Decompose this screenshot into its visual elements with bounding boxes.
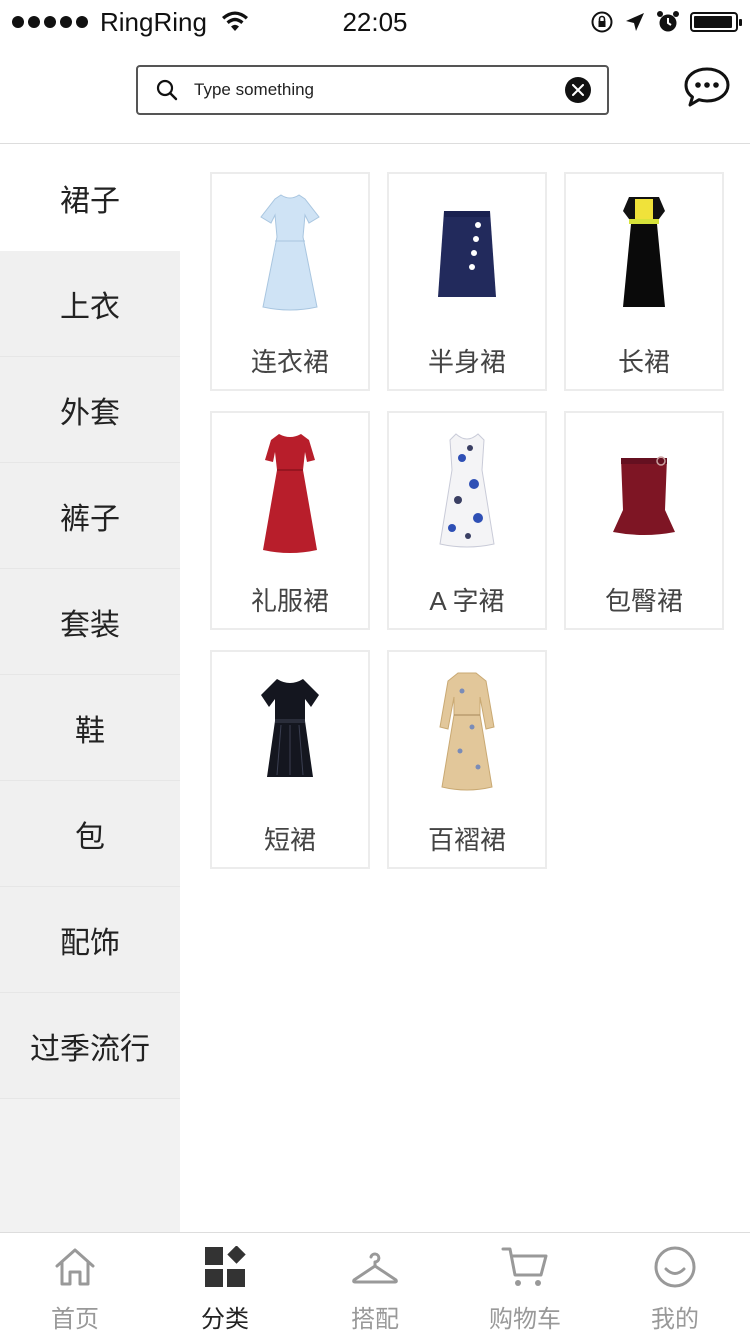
sidebar-item-shoes[interactable]: 鞋	[0, 675, 180, 781]
tab-home[interactable]: 首页	[0, 1233, 150, 1334]
tab-label: 分类	[201, 1306, 249, 1333]
header	[0, 44, 750, 144]
product-label: 半身裙	[427, 347, 506, 377]
product-image-black-striped-dress	[212, 652, 368, 812]
product-image-beige-floral-pleated-dress	[389, 652, 545, 812]
search-input[interactable]	[194, 80, 565, 100]
status-right	[590, 10, 742, 34]
battery-icon	[690, 12, 742, 32]
sidebar-item-skirts[interactable]: 裙子	[0, 145, 180, 251]
status-left: RingRing	[12, 7, 249, 38]
product-label: 包臀裙	[604, 586, 683, 616]
product-card[interactable]: 半身裙	[387, 172, 547, 391]
sidebar-item-suits[interactable]: 套装	[0, 569, 180, 675]
product-grid: 连衣裙 半身裙 长裙 礼服裙 A 字裙 包臀裙 短裙 百褶裙	[210, 172, 724, 869]
sidebar-item-coats[interactable]: 外套	[0, 357, 180, 463]
tab-label: 我的	[651, 1306, 699, 1333]
smiley-icon	[651, 1243, 699, 1291]
product-label: 长裙	[617, 347, 670, 377]
product-label: 短裙	[263, 825, 316, 855]
sidebar-item-accessories[interactable]: 配饰	[0, 887, 180, 993]
category-grid-icon	[201, 1243, 249, 1291]
signal-dots-icon	[12, 16, 88, 28]
status-bar: RingRing 22:05	[0, 0, 750, 44]
carrier-name: RingRing	[100, 6, 207, 37]
product-card[interactable]: 包臀裙	[564, 411, 724, 630]
battery-fill	[694, 16, 732, 28]
tab-me[interactable]: 我的	[600, 1233, 750, 1334]
product-image-black-long-dress	[566, 174, 722, 334]
product-image-navy-skirt	[389, 174, 545, 334]
product-image-light-blue-dress	[212, 174, 368, 334]
product-card[interactable]: A 字裙	[387, 411, 547, 630]
product-label: 礼服裙	[250, 586, 329, 616]
tab-cart[interactable]: 购物车	[450, 1233, 600, 1334]
sidebar-item-tops[interactable]: 上衣	[0, 251, 180, 357]
sidebar-item-bags[interactable]: 包	[0, 781, 180, 887]
category-sidebar: 裙子 上衣 外套 裤子 套装 鞋 包 配饰 过季流行	[0, 145, 180, 1232]
alarm-icon	[657, 11, 679, 32]
product-card[interactable]: 连衣裙	[210, 172, 370, 391]
chat-icon[interactable]	[683, 66, 731, 108]
product-card[interactable]: 礼服裙	[210, 411, 370, 630]
search-icon	[154, 77, 180, 103]
product-card[interactable]: 短裙	[210, 650, 370, 869]
tab-label: 首页	[51, 1306, 99, 1333]
location-arrow-icon	[626, 13, 644, 31]
tab-label: 购物车	[489, 1306, 561, 1333]
sidebar-item-pants[interactable]: 裤子	[0, 463, 180, 569]
tab-label: 搭配	[351, 1306, 399, 1333]
product-image-floral-a-line-dress	[389, 413, 545, 573]
product-label: A 字裙	[429, 586, 505, 616]
tab-category[interactable]: 分类	[150, 1233, 300, 1334]
bottom-tab-bar: 首页 分类 搭配 购物车 我的	[0, 1232, 750, 1334]
sidebar-item-past-season[interactable]: 过季流行	[0, 993, 180, 1099]
clear-search-icon[interactable]	[565, 77, 591, 103]
product-image-red-gown	[212, 413, 368, 573]
home-icon	[51, 1243, 99, 1291]
tab-outfit[interactable]: 搭配	[300, 1233, 450, 1334]
product-card[interactable]: 长裙	[564, 172, 724, 391]
product-card[interactable]: 百褶裙	[387, 650, 547, 869]
product-label: 连衣裙	[250, 347, 329, 377]
wifi-icon	[221, 11, 248, 31]
product-label: 百褶裙	[427, 825, 506, 855]
rotation-lock-icon	[591, 11, 613, 33]
hanger-icon	[351, 1243, 399, 1291]
search-box[interactable]	[136, 65, 609, 115]
cart-icon	[501, 1243, 549, 1291]
product-image-burgundy-fishtail-skirt	[566, 413, 722, 573]
